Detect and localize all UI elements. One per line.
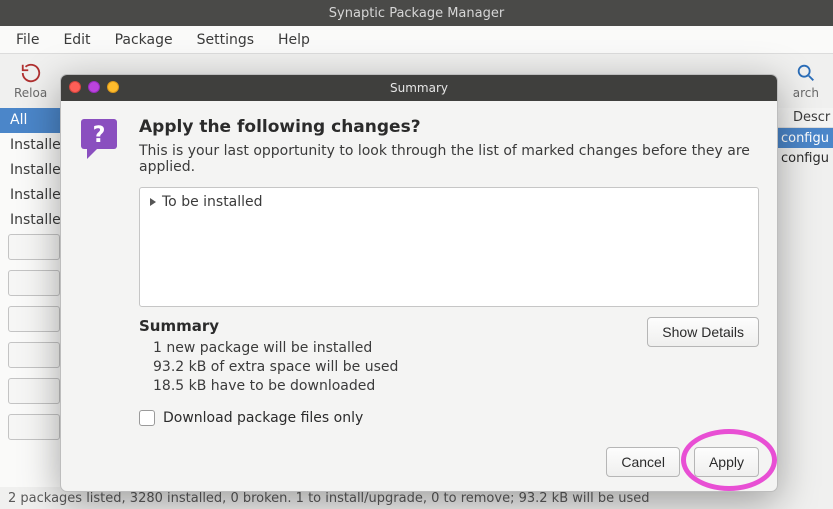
- filter-installed[interactable]: Installed: [0, 183, 63, 208]
- summary-line: 93.2 kB of extra space will be used: [153, 358, 398, 377]
- apply-button-wrap: Apply: [694, 447, 759, 477]
- reload-button[interactable]: Reloa: [14, 62, 47, 100]
- minimize-icon[interactable]: [88, 81, 100, 93]
- filter-button[interactable]: [8, 414, 60, 440]
- column-description[interactable]: Descr: [789, 108, 833, 127]
- dialog-subheading: This is your last opportunity to look th…: [139, 143, 759, 175]
- reload-icon: [20, 62, 42, 84]
- filter-installed[interactable]: Installed: [0, 158, 63, 183]
- maximize-icon[interactable]: [107, 81, 119, 93]
- dialog-body: ? Apply the following changes? This is y…: [61, 101, 777, 491]
- question-icon: ?: [79, 117, 123, 161]
- filter-all[interactable]: All: [0, 108, 63, 133]
- menu-edit[interactable]: Edit: [53, 28, 100, 52]
- dialog-heading-block: Apply the following changes? This is you…: [139, 117, 759, 175]
- window-title: Synaptic Package Manager: [329, 6, 504, 21]
- dialog-heading: Apply the following changes?: [139, 117, 759, 137]
- filter-list: All Installed Installed Installed Instal…: [0, 108, 63, 233]
- dialog-title: Summary: [390, 81, 448, 95]
- apply-button[interactable]: Apply: [694, 447, 759, 477]
- menu-bar: File Edit Package Settings Help: [0, 26, 833, 54]
- summary-label: Summary: [139, 317, 398, 335]
- dialog-header: ? Apply the following changes? This is y…: [79, 117, 759, 175]
- window-controls: [69, 81, 119, 93]
- show-details-button[interactable]: Show Details: [647, 317, 759, 347]
- summary-dialog: Summary ? Apply the following changes? T…: [60, 74, 778, 492]
- summary-text: Summary 1 new package will be installed …: [139, 317, 398, 396]
- row-description: configu: [781, 131, 829, 146]
- download-only-option[interactable]: Download package files only: [139, 410, 759, 426]
- status-text: 2 packages listed, 3280 installed, 0 bro…: [8, 491, 650, 506]
- search-button[interactable]: arch: [793, 62, 819, 100]
- search-label: arch: [793, 86, 819, 100]
- changes-list[interactable]: To be installed: [139, 187, 759, 307]
- menu-file[interactable]: File: [6, 28, 49, 52]
- menu-help[interactable]: Help: [268, 28, 320, 52]
- svg-text:?: ?: [93, 123, 106, 148]
- sidebar: All Installed Installed Installed Instal…: [0, 108, 64, 487]
- summary-line: 1 new package will be installed: [153, 339, 398, 358]
- summary-line: 18.5 kB have to be downloaded: [153, 377, 398, 396]
- filter-category-buttons: [8, 234, 60, 440]
- cancel-button[interactable]: Cancel: [606, 447, 680, 477]
- summary-block: Summary 1 new package will be installed …: [139, 317, 759, 396]
- menu-package[interactable]: Package: [105, 28, 183, 52]
- close-icon[interactable]: [69, 81, 81, 93]
- reload-label: Reloa: [14, 86, 47, 100]
- filter-button[interactable]: [8, 234, 60, 260]
- menu-settings[interactable]: Settings: [187, 28, 264, 52]
- download-only-checkbox[interactable]: [139, 410, 155, 426]
- changes-group-label: To be installed: [162, 194, 263, 210]
- filter-button[interactable]: [8, 342, 60, 368]
- window-titlebar: Synaptic Package Manager: [0, 0, 833, 26]
- download-only-label: Download package files only: [163, 410, 363, 426]
- search-icon: [795, 62, 817, 84]
- dialog-button-row: Cancel Apply: [606, 447, 759, 477]
- dialog-titlebar: Summary: [61, 75, 777, 101]
- expand-icon[interactable]: [148, 197, 158, 207]
- filter-button[interactable]: [8, 270, 60, 296]
- filter-installed[interactable]: Installed: [0, 133, 63, 158]
- changes-group-to-be-installed[interactable]: To be installed: [148, 194, 750, 210]
- filter-button[interactable]: [8, 378, 60, 404]
- filter-button[interactable]: [8, 306, 60, 332]
- filter-installed[interactable]: Installed: [0, 208, 63, 233]
- row-description: configu: [781, 151, 829, 166]
